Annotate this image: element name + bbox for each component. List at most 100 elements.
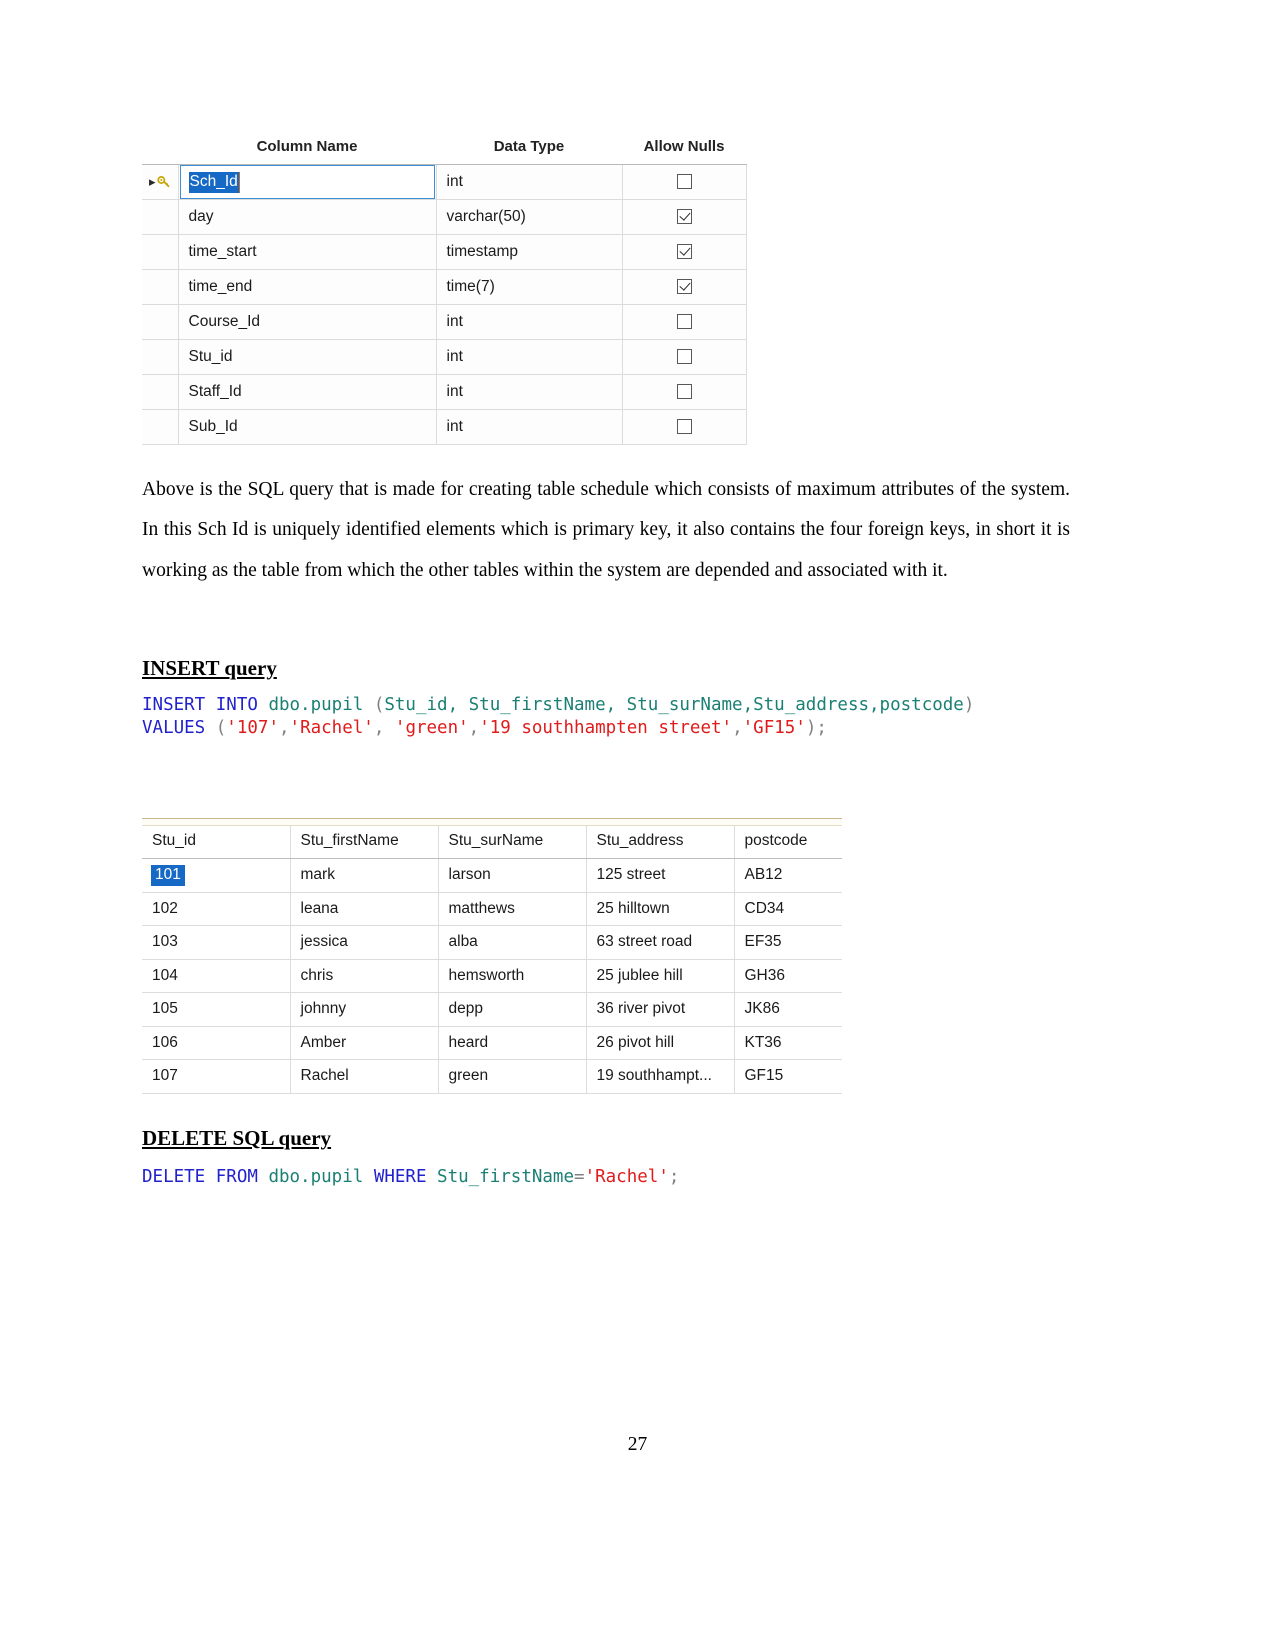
results-header-first-name[interactable]: Stu_firstName: [290, 826, 439, 859]
column-name-cell[interactable]: Sch_Id: [178, 164, 437, 200]
data-type-cell[interactable]: varchar(50): [436, 199, 623, 235]
table-row[interactable]: 104 chris hemsworth 25 jublee hill GH36: [142, 959, 842, 993]
table-designer-grid[interactable]: Column Name Data Type Allow Nulls ▸ Sch_…: [142, 132, 747, 445]
cell-stu-id[interactable]: 103: [142, 925, 291, 960]
table-row[interactable]: day varchar(50): [142, 199, 747, 235]
allow-nulls-cell[interactable]: [622, 269, 747, 305]
column-name-editbox[interactable]: Sch_Id: [179, 165, 435, 199]
allow-nulls-cell[interactable]: [622, 409, 747, 445]
row-selector[interactable]: [142, 304, 179, 340]
data-type-cell[interactable]: int: [436, 374, 623, 410]
cell-address[interactable]: 25 hilltown: [586, 892, 735, 926]
row-selector[interactable]: ▸: [142, 164, 179, 200]
cell-postcode[interactable]: GH36: [734, 959, 842, 993]
cell-sur-name[interactable]: heard: [438, 1026, 587, 1060]
cell-stu-id[interactable]: 106: [142, 1026, 291, 1060]
table-row[interactable]: 102 leana matthews 25 hilltown CD34: [142, 892, 842, 926]
data-type-cell[interactable]: int: [436, 409, 623, 445]
cell-sur-name[interactable]: matthews: [438, 892, 587, 926]
row-selector[interactable]: [142, 339, 179, 375]
cell-address[interactable]: 63 street road: [586, 925, 735, 960]
cell-postcode[interactable]: CD34: [734, 892, 842, 926]
cell-address[interactable]: 26 pivot hill: [586, 1026, 735, 1060]
cell-first-name[interactable]: Amber: [290, 1026, 439, 1060]
data-type-cell[interactable]: int: [436, 164, 623, 200]
results-header-row: Stu_id Stu_firstName Stu_surName Stu_add…: [142, 826, 842, 859]
cell-first-name[interactable]: Rachel: [290, 1059, 439, 1094]
cell-sur-name[interactable]: green: [438, 1059, 587, 1094]
allow-nulls-cell[interactable]: [622, 199, 747, 235]
cell-postcode[interactable]: AB12: [734, 858, 842, 893]
allow-nulls-checkbox[interactable]: [676, 174, 692, 190]
cell-address[interactable]: 36 river pivot: [586, 992, 735, 1027]
column-name-cell[interactable]: Stu_id: [178, 339, 437, 375]
table-row[interactable]: 101 mark larson 125 street AB12: [142, 858, 842, 893]
row-selector[interactable]: [142, 269, 179, 305]
table-row[interactable]: 103 jessica alba 63 street road EF35: [142, 925, 842, 960]
table-row[interactable]: 105 johnny depp 36 river pivot JK86: [142, 992, 842, 1027]
cell-first-name[interactable]: jessica: [290, 925, 439, 960]
column-name-cell[interactable]: Staff_Id: [178, 374, 437, 410]
allow-nulls-checkbox[interactable]: [676, 419, 692, 435]
allow-nulls-cell[interactable]: [622, 339, 747, 375]
cell-postcode[interactable]: GF15: [734, 1059, 842, 1094]
cell-stu-id[interactable]: 102: [142, 892, 291, 926]
row-selector[interactable]: [142, 199, 179, 235]
column-name-cell[interactable]: time_end: [178, 269, 437, 305]
column-name-cell[interactable]: Course_Id: [178, 304, 437, 340]
table-row[interactable]: Stu_id int: [142, 339, 747, 375]
data-type-cell[interactable]: int: [436, 304, 623, 340]
cell-stu-id[interactable]: 104: [142, 959, 291, 993]
sql-paren-open: (: [205, 718, 227, 738]
cell-postcode[interactable]: JK86: [734, 992, 842, 1027]
allow-nulls-cell[interactable]: [622, 304, 747, 340]
column-name-cell[interactable]: Sub_Id: [178, 409, 437, 445]
allow-nulls-checkbox[interactable]: [676, 279, 692, 295]
row-selector[interactable]: [142, 374, 179, 410]
row-selector[interactable]: [142, 409, 179, 445]
table-row[interactable]: time_end time(7): [142, 269, 747, 305]
cell-address[interactable]: 125 street: [586, 858, 735, 893]
allow-nulls-cell[interactable]: [622, 374, 747, 410]
cell-sur-name[interactable]: depp: [438, 992, 587, 1027]
cell-first-name[interactable]: johnny: [290, 992, 439, 1027]
table-row[interactable]: Course_Id int: [142, 304, 747, 340]
results-header-sur-name[interactable]: Stu_surName: [438, 826, 587, 859]
results-header-stu-id[interactable]: Stu_id: [142, 826, 291, 859]
allow-nulls-checkbox[interactable]: [676, 384, 692, 400]
cell-address[interactable]: 19 southhampt...: [586, 1059, 735, 1094]
cell-first-name[interactable]: chris: [290, 959, 439, 993]
results-grid[interactable]: Stu_id Stu_firstName Stu_surName Stu_add…: [142, 818, 842, 1094]
allow-nulls-checkbox[interactable]: [676, 244, 692, 260]
allow-nulls-checkbox[interactable]: [676, 209, 692, 225]
allow-nulls-checkbox[interactable]: [676, 349, 692, 365]
cell-sur-name[interactable]: hemsworth: [438, 959, 587, 993]
cell-first-name[interactable]: leana: [290, 892, 439, 926]
cell-postcode[interactable]: KT36: [734, 1026, 842, 1060]
cell-postcode[interactable]: EF35: [734, 925, 842, 960]
cell-stu-id[interactable]: 101: [142, 858, 291, 893]
cell-first-name[interactable]: mark: [290, 858, 439, 893]
data-type-cell[interactable]: time(7): [436, 269, 623, 305]
cell-stu-id[interactable]: 107: [142, 1059, 291, 1094]
column-name-cell[interactable]: day: [178, 199, 437, 235]
results-header-address[interactable]: Stu_address: [586, 826, 735, 859]
cell-stu-id[interactable]: 105: [142, 992, 291, 1027]
results-header-postcode[interactable]: postcode: [734, 826, 842, 859]
cell-sur-name[interactable]: alba: [438, 925, 587, 960]
data-type-cell[interactable]: int: [436, 339, 623, 375]
table-row[interactable]: time_start timestamp: [142, 234, 747, 270]
column-name-cell[interactable]: time_start: [178, 234, 437, 270]
data-type-cell[interactable]: timestamp: [436, 234, 623, 270]
table-row[interactable]: 106 Amber heard 26 pivot hill KT36: [142, 1026, 842, 1060]
allow-nulls-cell[interactable]: [622, 164, 747, 200]
table-row[interactable]: 107 Rachel green 19 southhampt... GF15: [142, 1059, 842, 1094]
row-selector[interactable]: [142, 234, 179, 270]
table-row[interactable]: ▸ Sch_Id int: [142, 164, 747, 200]
cell-sur-name[interactable]: larson: [438, 858, 587, 893]
allow-nulls-checkbox[interactable]: [676, 314, 692, 330]
table-row[interactable]: Sub_Id int: [142, 409, 747, 445]
table-row[interactable]: Staff_Id int: [142, 374, 747, 410]
cell-address[interactable]: 25 jublee hill: [586, 959, 735, 993]
allow-nulls-cell[interactable]: [622, 234, 747, 270]
